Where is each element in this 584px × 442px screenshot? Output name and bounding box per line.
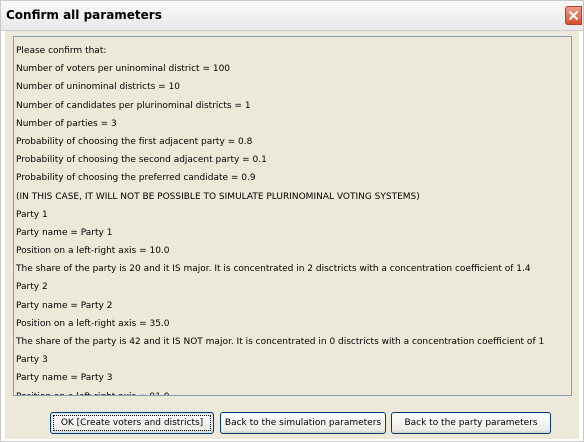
- summary-line: Party name = Party 1: [16, 227, 113, 238]
- summary-line: Position on a left-right axis = 35.0: [16, 318, 170, 329]
- summary-line: Number of voters per uninominal district…: [16, 64, 231, 75]
- back-to-simulation-label: Back to the simulation parameters: [224, 418, 382, 428]
- summary-line: The share of the party is 20 and it IS m…: [16, 264, 531, 275]
- summary-line: The share of the party is 42 and it IS N…: [16, 337, 545, 347]
- back-to-party-label: Back to the party parameters: [404, 418, 538, 428]
- summary-line: Number of uninominal districts = 10: [16, 82, 181, 93]
- parameters-summary-text[interactable]: Please confirm that: Number of voters per…: [13, 36, 572, 396]
- summary-line: (IN THIS CASE, IT WILL NOT BE POSSIBLE T…: [16, 191, 420, 202]
- ok-create-voters-button[interactable]: OK [Create voters and districts]: [50, 412, 214, 434]
- summary-line: Party 2: [16, 282, 48, 293]
- summary-line: Position on a left-right axis = 91.0: [16, 388, 571, 395]
- dialog-body: Please confirm that: Number of voters per…: [5, 31, 579, 439]
- summary-line: Position on a left-right axis = 10.0: [16, 246, 170, 257]
- summary-line: Party name = Party 3: [16, 373, 113, 384]
- back-to-party-parameters-button[interactable]: Back to the party parameters: [391, 412, 551, 434]
- summary-line: Probability of choosing the preferred ca…: [16, 173, 256, 184]
- back-to-simulation-parameters-button[interactable]: Back to the simulation parameters: [220, 412, 386, 434]
- summary-line: Party 1: [16, 209, 48, 220]
- title-bar[interactable]: Confirm all parameters: [1, 1, 583, 31]
- confirm-dialog: Confirm all parameters Please confirm th…: [0, 0, 584, 442]
- summary-line: Party 3: [16, 355, 48, 366]
- ok-create-voters-label: OK [Create voters and districts]: [60, 418, 204, 428]
- close-icon: [569, 11, 578, 20]
- summary-line: Probability of choosing the first adjace…: [16, 136, 253, 147]
- close-button[interactable]: [565, 6, 582, 25]
- summary-line: Number of candidates per plurinominal di…: [16, 100, 251, 111]
- dialog-title: Confirm all parameters: [6, 8, 162, 22]
- summary-line: Party name = Party 2: [16, 300, 113, 311]
- summary-line: Probability of choosing the second adjac…: [16, 155, 267, 166]
- summary-line: Number of parties = 3: [16, 118, 117, 129]
- summary-line: Please confirm that:: [16, 46, 107, 56]
